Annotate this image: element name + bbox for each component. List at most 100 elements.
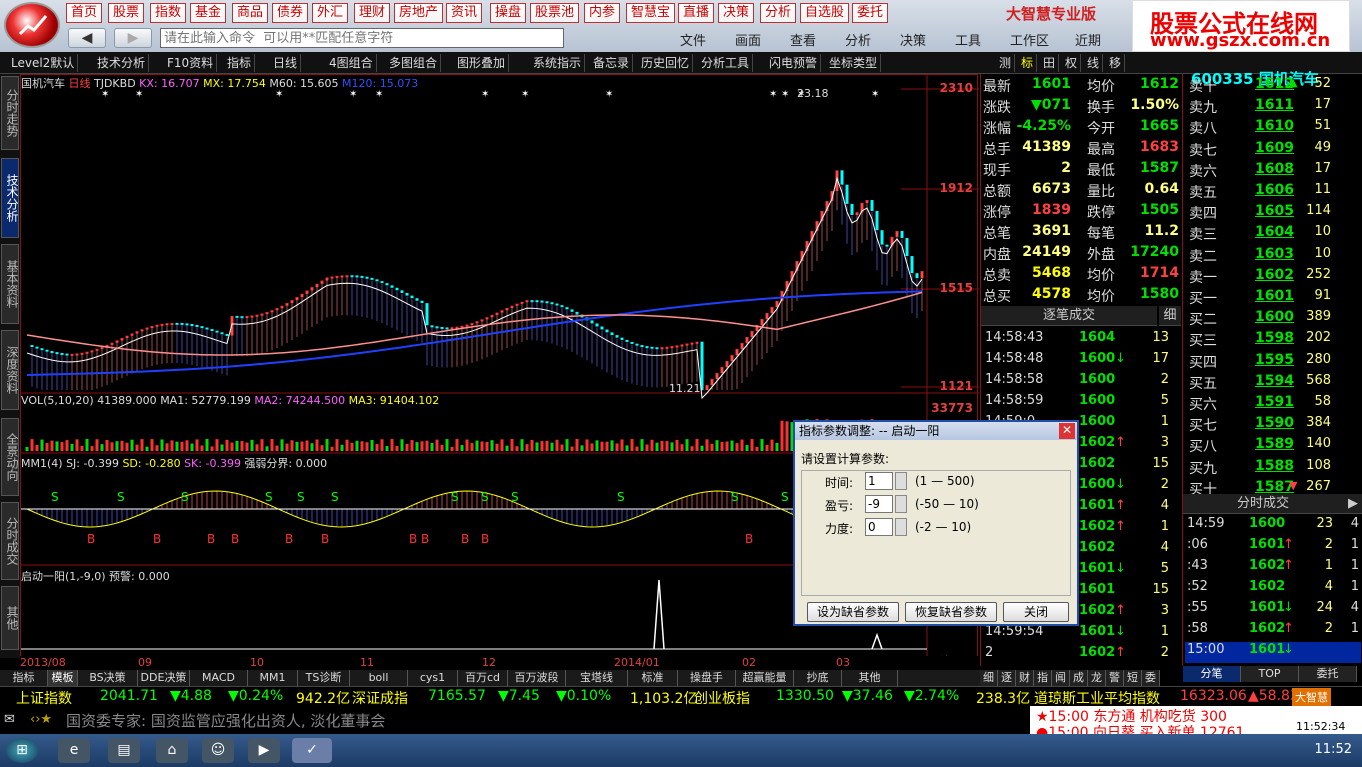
tick-detail-button[interactable]: 细	[1159, 306, 1181, 326]
toolbar-btn-10[interactable]: 历史回忆	[638, 54, 694, 72]
ie-icon[interactable]: e	[58, 738, 90, 763]
toolbar-btn-1[interactable]: 技术分析	[94, 54, 150, 72]
right-menu-5[interactable]: 工具	[955, 30, 981, 49]
media-icon[interactable]: ▶	[248, 738, 280, 763]
toolbar-right-2[interactable]: 田	[1040, 54, 1060, 72]
toolbar-btn-5[interactable]: 4图组合	[326, 54, 377, 72]
ind-tab-15[interactable]: 抄底	[794, 670, 842, 686]
back-button[interactable]: ◀	[68, 28, 106, 48]
ind-tab-14[interactable]: 超赢能量	[736, 670, 794, 686]
close-icon[interactable]: ✕	[1059, 423, 1075, 439]
menu-11[interactable]: 股票池	[530, 3, 580, 23]
restore-default-button[interactable]: 恢复缺省参数	[905, 602, 997, 622]
right-menu-2[interactable]: 查看	[790, 30, 816, 49]
order-row[interactable]: 卖八 1610 51	[1185, 118, 1361, 139]
right-tab-3[interactable]: 指	[1034, 670, 1052, 686]
param-input[interactable]	[865, 495, 893, 513]
param-input[interactable]	[865, 472, 893, 490]
left-tab-4[interactable]: 全景动向	[1, 418, 19, 496]
right-tab-4[interactable]: 闻	[1052, 670, 1070, 686]
order-row[interactable]: 买六 1591 58	[1185, 394, 1361, 415]
ind-tab-8[interactable]: cys1	[408, 670, 458, 686]
ind-tab-5[interactable]: MM1	[248, 670, 298, 686]
ind-tab-0[interactable]: 指标	[0, 670, 48, 686]
menu-13[interactable]: 智慧宝	[626, 3, 676, 23]
ind-tab-12[interactable]: 标准	[628, 670, 678, 686]
left-tab-0[interactable]: 分时走势	[1, 76, 19, 150]
right-tab-6[interactable]: 龙	[1088, 670, 1106, 686]
param-input[interactable]	[865, 518, 893, 536]
ind-tab-3[interactable]: DDE决策	[138, 670, 190, 686]
ind-tab-10[interactable]: 百万波段	[508, 670, 566, 686]
forward-button[interactable]: ▶	[114, 28, 152, 48]
home-icon[interactable]: ⌂	[156, 738, 188, 763]
right-menu-1[interactable]: 画面	[735, 30, 761, 49]
left-tab-2[interactable]: 基本资料	[1, 244, 19, 324]
toolbar-btn-6[interactable]: 多图组合	[386, 54, 442, 72]
menu-0[interactable]: 首页	[66, 3, 103, 23]
left-tab-6[interactable]: 其他	[1, 586, 19, 650]
order-row[interactable]: 买八 1589 140	[1185, 436, 1361, 457]
toolbar-btn-3[interactable]: 指标	[224, 54, 256, 72]
right-bottom-tab-2[interactable]: 委托	[1299, 666, 1357, 682]
order-row[interactable]: 卖七 1609 49	[1185, 140, 1361, 161]
minute-expand-button[interactable]: ▶	[1343, 494, 1362, 514]
toolbar-btn-8[interactable]: 系统指示	[530, 54, 586, 72]
menu-14[interactable]: 直播	[678, 3, 715, 23]
status-item-15[interactable]: 道琼斯工业平均指数	[1034, 688, 1160, 708]
order-row[interactable]: 买一 1601 91	[1185, 288, 1361, 309]
menu-16[interactable]: 分析	[760, 3, 797, 23]
right-menu-7[interactable]: 近期	[1075, 30, 1101, 49]
ind-tab-6[interactable]: TS诊断	[298, 670, 350, 686]
command-input[interactable]	[160, 28, 564, 48]
ind-tab-16[interactable]: 其他	[842, 670, 898, 686]
order-row[interactable]: 卖五 1606 11	[1185, 182, 1361, 203]
toolbar-btn-13[interactable]: 坐标类型	[826, 54, 882, 72]
toolbar-btn-2[interactable]: F10资料	[164, 54, 218, 72]
toolbar-right-4[interactable]: 线	[1084, 54, 1104, 72]
menu-4[interactable]: 商品	[232, 3, 269, 23]
right-menu-0[interactable]: 文件	[680, 30, 706, 49]
start-icon[interactable]: ⊞	[6, 738, 38, 763]
order-row[interactable]: 卖三 1604 10	[1185, 224, 1361, 245]
set-default-button[interactable]: 设为缺省参数	[807, 602, 899, 622]
ind-tab-11[interactable]: 宝塔线	[566, 670, 628, 686]
folder-icon[interactable]: ▤	[108, 738, 140, 763]
order-row[interactable]: 卖十 1612 ▲ 52	[1185, 76, 1361, 97]
menu-7[interactable]: 理财	[354, 3, 391, 23]
toolbar-btn-11[interactable]: 分析工具	[698, 54, 754, 72]
toolbar-btn-9[interactable]: 备忘录	[590, 54, 634, 72]
menu-12[interactable]: 内参	[584, 3, 621, 23]
menu-2[interactable]: 指数	[150, 3, 187, 23]
spinner-icon[interactable]	[895, 495, 907, 513]
menu-10[interactable]: 操盘	[490, 3, 527, 23]
order-row[interactable]: 买四 1595 280	[1185, 352, 1361, 373]
spinner-icon[interactable]	[895, 518, 907, 536]
right-tab-1[interactable]: 逐	[998, 670, 1016, 686]
spinner-icon[interactable]	[895, 472, 907, 490]
right-tab-9[interactable]: 委	[1142, 670, 1160, 686]
smiley-icon[interactable]: ☺	[202, 738, 234, 763]
right-tab-2[interactable]: 财	[1016, 670, 1034, 686]
menu-3[interactable]: 基金	[190, 3, 227, 23]
right-tab-8[interactable]: 短	[1124, 670, 1142, 686]
toolbar-btn-4[interactable]: 日线	[270, 54, 302, 72]
ind-tab-7[interactable]: boll	[350, 670, 408, 686]
menu-5[interactable]: 债券	[272, 3, 309, 23]
menu-15[interactable]: 决策	[718, 3, 755, 23]
right-menu-6[interactable]: 工作区	[1010, 30, 1049, 49]
dialog-close-button[interactable]: 关闭	[1003, 602, 1069, 622]
toolbar-right-0[interactable]: 测	[996, 54, 1016, 72]
left-tab-5[interactable]: 分时成交	[1, 502, 19, 580]
right-tab-5[interactable]: 成	[1070, 670, 1088, 686]
toolbar-btn-0[interactable]: Level2默认	[8, 54, 79, 72]
right-menu-4[interactable]: 决策	[900, 30, 926, 49]
right-tab-0[interactable]: 细	[980, 670, 998, 686]
mail-icon[interactable]: ✉	[4, 712, 15, 727]
order-row[interactable]: 卖四 1605 114	[1185, 203, 1361, 224]
ind-tab-4[interactable]: MACD	[190, 670, 248, 686]
order-row[interactable]: 买二 1600 389	[1185, 309, 1361, 330]
order-row[interactable]: 买九 1588 108	[1185, 458, 1361, 479]
ind-tab-2[interactable]: BS决策	[78, 670, 138, 686]
toolbar-btn-12[interactable]: 闪电预警	[766, 54, 822, 72]
